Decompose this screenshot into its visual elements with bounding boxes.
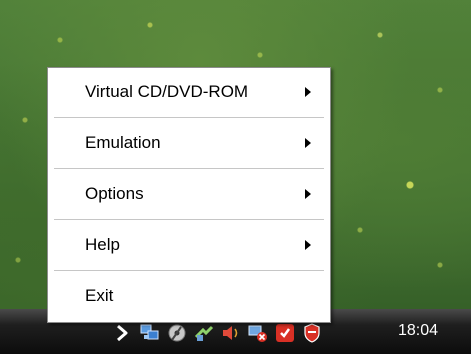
menu-item-virtual-cd-dvd-rom[interactable]: Virtual CD/DVD-ROM (48, 68, 330, 116)
network-error-icon[interactable] (247, 322, 269, 344)
menu-item-label: Exit (85, 286, 114, 305)
security-shield-icon[interactable] (301, 322, 323, 344)
menu-separator (54, 117, 324, 118)
menu-item-exit[interactable]: Exit (48, 272, 330, 320)
menu-item-label: Options (85, 184, 144, 203)
connection-icon[interactable] (193, 322, 215, 344)
submenu-arrow-icon (305, 138, 311, 148)
show-hidden-icons-chevron-icon[interactable] (112, 322, 134, 344)
menu-item-label: Help (85, 235, 120, 254)
menu-separator (54, 168, 324, 169)
submenu-arrow-icon (305, 240, 311, 250)
volume-icon[interactable] (220, 322, 242, 344)
network-icon[interactable] (139, 322, 161, 344)
menu-separator (54, 270, 324, 271)
menu-item-options[interactable]: Options (48, 170, 330, 218)
system-tray (112, 321, 323, 345)
submenu-arrow-icon (305, 189, 311, 199)
menu-item-label: Virtual CD/DVD-ROM (85, 82, 249, 101)
context-menu: Virtual CD/DVD-ROM Emulation Options Hel… (47, 67, 331, 323)
daemon-tools-icon[interactable] (166, 322, 188, 344)
submenu-arrow-icon (305, 87, 311, 97)
tray-clock[interactable]: 18:04 (398, 320, 460, 342)
update-icon[interactable] (274, 322, 296, 344)
menu-item-emulation[interactable]: Emulation (48, 119, 330, 167)
menu-item-label: Emulation (85, 133, 161, 152)
menu-separator (54, 219, 324, 220)
menu-item-help[interactable]: Help (48, 221, 330, 269)
